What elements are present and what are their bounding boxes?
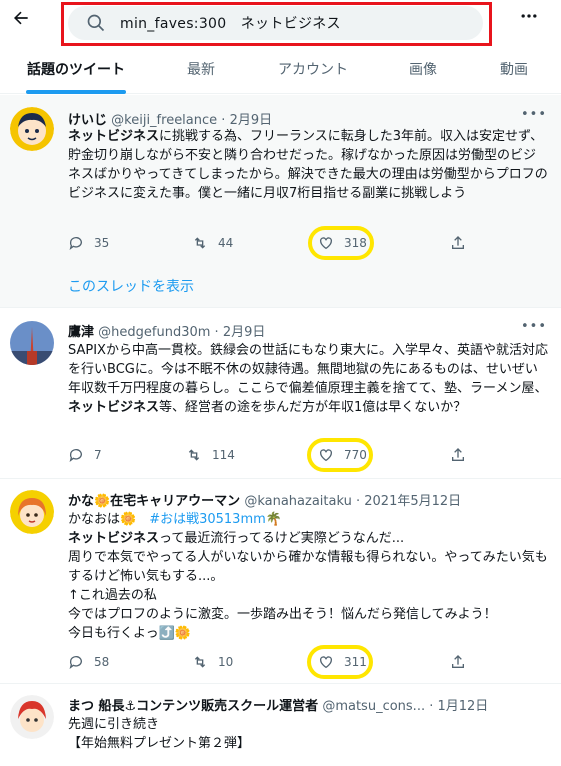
tweet[interactable]: 鷹津 @hedgefund30m · 2月9日 ••• SAPIXから中高一貫校…: [0, 309, 561, 479]
retweet-count: 44: [218, 236, 234, 250]
like-highlight-ring: [307, 438, 373, 472]
keyword: ネットビジネス: [68, 129, 160, 144]
tweet-line: 今ではプロフのように激変。一歩踏み出そう！悩んだら発信してみよう！: [68, 607, 497, 622]
avatar[interactable]: [10, 321, 54, 365]
tweet-actions: 58 10 311: [68, 650, 468, 674]
reply-icon: [69, 656, 82, 669]
handle[interactable]: @matsu_cons...: [322, 699, 425, 714]
tweet-more-icon[interactable]: •••: [521, 107, 547, 122]
reply-count: 35: [94, 236, 110, 250]
reply-icon: [69, 449, 82, 462]
tweet[interactable]: けいじ @keiji_freelance · 2月9日 ••• ネットビジネスに…: [0, 95, 561, 308]
timestamp[interactable]: 2月9日: [230, 113, 273, 128]
tweet-header: かな🌼在宅キャリアウーマン @kanahazaitaku · 2021年5月12…: [68, 494, 462, 509]
display-name[interactable]: 鷹津: [68, 325, 94, 340]
reply-button[interactable]: 35: [68, 231, 109, 255]
tweet-header: 鷹津 @hedgefund30m · 2月9日: [68, 325, 266, 340]
top-bar: min_faves:300 ネットビジネス: [0, 0, 561, 50]
search-tabs: 話題のツイート 最新 アカウント 画像 動画: [0, 50, 561, 94]
handle[interactable]: @hedgefund30m: [98, 325, 210, 340]
tab-images[interactable]: 画像: [400, 50, 446, 94]
tweet-line: かなおは🌼 #おは戦30513mm🌴: [68, 510, 548, 529]
tweet-more-icon[interactable]: •••: [521, 319, 547, 334]
tweet-text: かなおは🌼 #おは戦30513mm🌴 ネットビジネスって最近流行ってるけど実際ど…: [68, 510, 548, 643]
show-thread-link[interactable]: このスレッドを表示: [68, 276, 194, 296]
tweet-actions: 7 114 770: [68, 443, 468, 467]
retweet-button[interactable]: 10: [192, 650, 233, 674]
reply-button[interactable]: 7: [68, 443, 102, 467]
hashtag-link[interactable]: #おは戦30513mm: [149, 512, 266, 527]
tab-top[interactable]: 話題のツイート: [20, 50, 132, 94]
tweet-line: 先週に引き続き: [68, 717, 160, 732]
search-highlight-box: [61, 2, 492, 46]
display-name[interactable]: まつ 船長⚓コンテンツ販売スクール運営者: [68, 699, 318, 714]
tweet[interactable]: まつ 船長⚓コンテンツ販売スクール運営者 @matsu_cons... · 1月…: [0, 685, 561, 766]
tab-videos[interactable]: 動画: [484, 50, 544, 94]
tweet-text-before: SAPIXから中高一貫校。鉄緑会の世話にもなり東大に。入学早々、英語や就活対応を…: [68, 343, 548, 396]
more-horizontal-icon[interactable]: [514, 6, 544, 36]
reply-count: 58: [94, 655, 110, 669]
share-icon: [452, 655, 464, 668]
tweet-line: 今日も行くよっ⤴️🌼: [68, 626, 191, 641]
tweet-text: SAPIXから中高一貫校。鉄緑会の世話にもなり東大に。入学早々、英語や就活対応を…: [68, 341, 548, 417]
timestamp[interactable]: 2月9日: [223, 325, 266, 340]
display-name[interactable]: かな🌼在宅キャリアウーマン: [68, 494, 240, 509]
like-highlight-ring: [307, 645, 373, 679]
handle[interactable]: @keiji_freelance: [111, 113, 217, 128]
reply-count: 7: [94, 448, 102, 462]
share-button[interactable]: [450, 231, 476, 255]
tweet-line-text: って最近流行ってるけど実際どうなんだ...: [159, 531, 405, 546]
tweet-text: ネットビジネスに挑戦する為、フリーランスに転身した3年前。収入は安定せず、貯金切…: [68, 127, 548, 203]
keyword: ネットビジネス: [68, 531, 160, 546]
tweet-header: けいじ @keiji_freelance · 2月9日: [68, 113, 273, 128]
tweet-line-text: かなおは🌼: [68, 512, 137, 527]
display-name[interactable]: けいじ: [68, 113, 107, 128]
tweet-actions: 35 44 318: [68, 231, 468, 255]
retweet-icon: [194, 237, 206, 249]
timestamp[interactable]: 1月12日: [437, 699, 488, 714]
tab-latest[interactable]: 最新: [176, 50, 226, 94]
tweet-line: ネットビジネスって最近流行ってるけど実際どうなんだ...: [68, 529, 548, 548]
retweet-count: 10: [218, 655, 234, 669]
retweet-icon: [194, 656, 206, 668]
palm-emoji: 🌴: [265, 512, 282, 527]
retweet-icon: [188, 449, 200, 461]
retweet-button[interactable]: 44: [192, 231, 233, 255]
retweet-count: 114: [212, 448, 235, 462]
keyword: ネットビジネス: [68, 400, 160, 415]
handle[interactable]: @kanahazaitaku: [244, 494, 352, 509]
avatar[interactable]: [10, 107, 54, 151]
tweet-line: 【年始無料プレゼント第２弾】: [68, 736, 251, 751]
tweet-text: 先週に引き続き 【年始無料プレゼント第２弾】: [68, 715, 548, 753]
tweet-line: 周りで本気でやってる人がいないから確かな情報も得られない。やってみたい気もするけ…: [68, 550, 548, 584]
avatar[interactable]: [10, 490, 54, 534]
tweet-line: ↑これ過去の私: [68, 588, 157, 603]
tab-accounts[interactable]: アカウント: [268, 50, 358, 94]
share-button[interactable]: [450, 443, 476, 467]
share-icon: [452, 236, 464, 249]
like-highlight-ring: [308, 226, 374, 260]
reply-icon: [69, 237, 82, 250]
avatar[interactable]: [10, 695, 54, 739]
tweet[interactable]: かな🌼在宅キャリアウーマン @kanahazaitaku · 2021年5月12…: [0, 480, 561, 684]
arrow-left-icon[interactable]: [8, 8, 34, 34]
tweet-text-after: 等、経営者の途を歩んだ方が年収1億は早くないか？: [159, 400, 467, 415]
timestamp[interactable]: 2021年5月12日: [364, 494, 461, 509]
share-icon: [452, 448, 464, 461]
active-tab-indicator: [26, 90, 126, 94]
reply-button[interactable]: 58: [68, 650, 109, 674]
tweet-header: まつ 船長⚓コンテンツ販売スクール運営者 @matsu_cons... · 1月…: [68, 699, 489, 714]
retweet-button[interactable]: 114: [186, 443, 235, 467]
share-button[interactable]: [450, 650, 476, 674]
